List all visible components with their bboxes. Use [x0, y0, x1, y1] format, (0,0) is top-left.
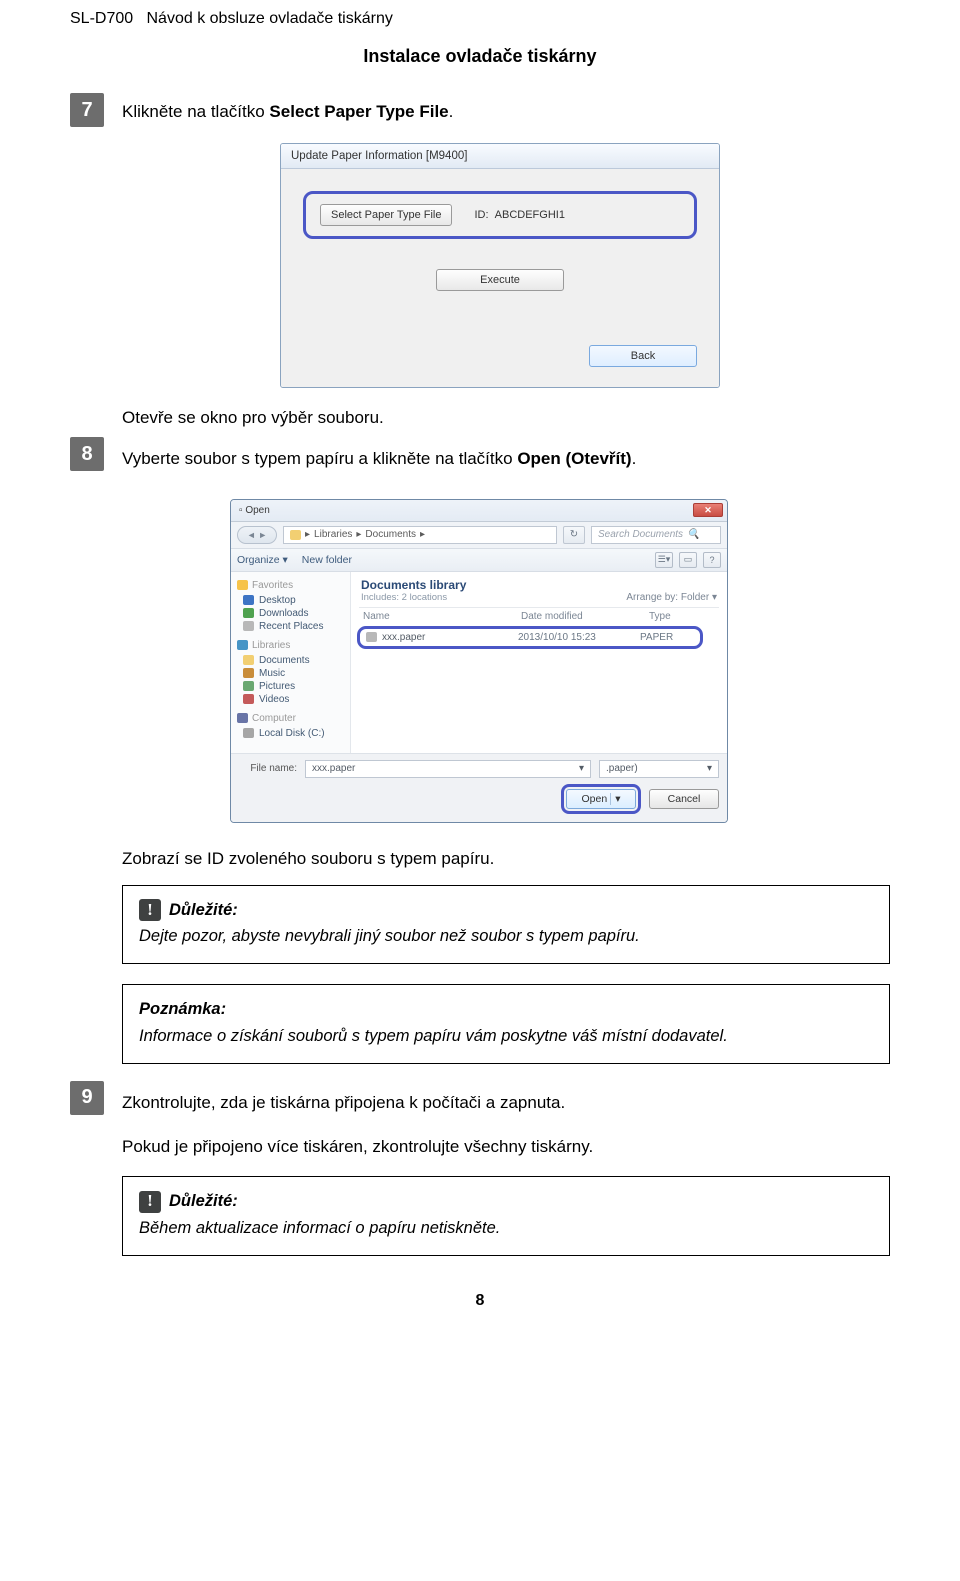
step9-line1: Zkontrolujte, zda je tiskárna připojena … — [122, 1090, 890, 1116]
step-number-9: 9 — [70, 1081, 104, 1115]
nav-music[interactable]: Music — [243, 668, 344, 679]
doc-header: SL-D700 Návod k obsluze ovladače tiskárn… — [70, 10, 890, 32]
dialog-open-file: ▫ Open ✕ ◄ ► ▸ Libraries ▸ Documents ▸ ↻… — [230, 499, 890, 823]
id-field: ID: ABCDEFGHI1 — [474, 209, 564, 221]
important-label: Důležité: — [169, 898, 238, 923]
section-title: Instalace ovladače tiskárny — [70, 46, 890, 67]
filename-label: File name: — [239, 763, 297, 774]
computer-icon — [237, 713, 248, 723]
nav-localdisk[interactable]: Local Disk (C:) — [243, 728, 344, 739]
important-box-2: ! Důležité: Během aktualizace informací … — [122, 1176, 890, 1256]
note-label: Poznámka: — [139, 997, 873, 1022]
filetype-select[interactable]: .paper)▾ — [599, 760, 719, 778]
column-headers[interactable]: Name Date modified Type — [359, 608, 719, 625]
doc-title: Návod k obsluze ovladače tiskárny — [147, 10, 393, 27]
filename-input[interactable]: xxx.paper▾ — [305, 760, 591, 778]
step8-text: Vyberte soubor s typem papíru a klikněte… — [122, 446, 890, 472]
folder-icon — [290, 530, 301, 540]
step7-text: Klikněte na tlačítko Select Paper Type F… — [122, 99, 890, 125]
select-paper-type-file-button[interactable]: Select Paper Type File — [320, 204, 452, 226]
step-number-7: 7 — [70, 93, 104, 127]
execute-button[interactable]: Execute — [436, 269, 564, 291]
important1-body: Dejte pozor, abyste nevybrali jiný soubo… — [139, 924, 873, 949]
close-icon[interactable]: ✕ — [693, 503, 723, 517]
important2-body: Během aktualizace informací o papíru net… — [139, 1216, 873, 1241]
important-box-1: ! Důležité: Dejte pozor, abyste nevybral… — [122, 885, 890, 965]
preview-icon[interactable]: ▭ — [679, 552, 697, 568]
search-icon: 🔍 — [687, 529, 699, 540]
new-folder-button[interactable]: New folder — [302, 554, 352, 566]
view-icon[interactable]: ☰▾ — [655, 552, 673, 568]
highlight-select-paper-area: Select Paper Type File ID: ABCDEFGHI1 — [303, 191, 697, 239]
dialog1-title: Update Paper Information [M9400] — [281, 144, 719, 169]
organize-menu[interactable]: Organize ▾ — [237, 554, 288, 566]
important-icon: ! — [139, 1191, 161, 1213]
page-number: 8 — [70, 1292, 890, 1310]
step-number-8: 8 — [70, 437, 104, 471]
nav-documents[interactable]: Documents — [243, 655, 344, 666]
libraries-icon — [237, 640, 248, 650]
refresh-icon[interactable]: ↻ — [563, 526, 585, 544]
model: SL-D700 — [70, 10, 133, 27]
important-label-2: Důležité: — [169, 1189, 238, 1214]
note-box: Poznámka: Informace o získání souborů s … — [122, 984, 890, 1064]
nav-desktop[interactable]: Desktop — [243, 595, 344, 606]
nav-back-forward[interactable]: ◄ ► — [237, 526, 277, 544]
cancel-button[interactable]: Cancel — [649, 789, 719, 809]
important-icon: ! — [139, 899, 161, 921]
library-header: Documents library Includes: 2 locations — [361, 578, 466, 603]
under-dialog1-text: Otevře se okno pro výběr souboru. — [122, 408, 890, 428]
highlight-file-row[interactable]: xxx.paper 2013/10/10 15:23 PAPER — [357, 626, 703, 649]
help-icon[interactable]: ? — [703, 552, 721, 568]
dialog-update-paper-info: Update Paper Information [M9400] Select … — [280, 143, 890, 388]
nav-downloads[interactable]: Downloads — [243, 608, 344, 619]
file-icon — [366, 632, 377, 642]
star-icon — [237, 580, 248, 590]
open-button[interactable]: Open ▾ — [566, 789, 636, 809]
nav-recent[interactable]: Recent Places — [243, 621, 344, 632]
step9-line2: Pokud je připojeno více tiskáren, zkontr… — [122, 1134, 890, 1160]
under-dialog2-text: Zobrazí se ID zvoleného souboru s typem … — [122, 849, 890, 869]
highlight-open-button: Open ▾ — [561, 784, 641, 814]
nav-videos[interactable]: Videos — [243, 694, 344, 705]
back-button[interactable]: Back — [589, 345, 697, 367]
nav-tree[interactable]: Favorites Desktop Downloads Recent Place… — [231, 572, 351, 753]
nav-pictures[interactable]: Pictures — [243, 681, 344, 692]
search-input[interactable]: Search Documents 🔍 — [591, 526, 721, 544]
arrange-by[interactable]: Arrange by: Folder ▾ — [626, 592, 717, 603]
breadcrumb[interactable]: ▸ Libraries ▸ Documents ▸ — [283, 526, 557, 544]
note-body: Informace o získání souborů s typem papí… — [139, 1024, 873, 1049]
open-dialog-title: ▫ Open — [239, 505, 270, 516]
